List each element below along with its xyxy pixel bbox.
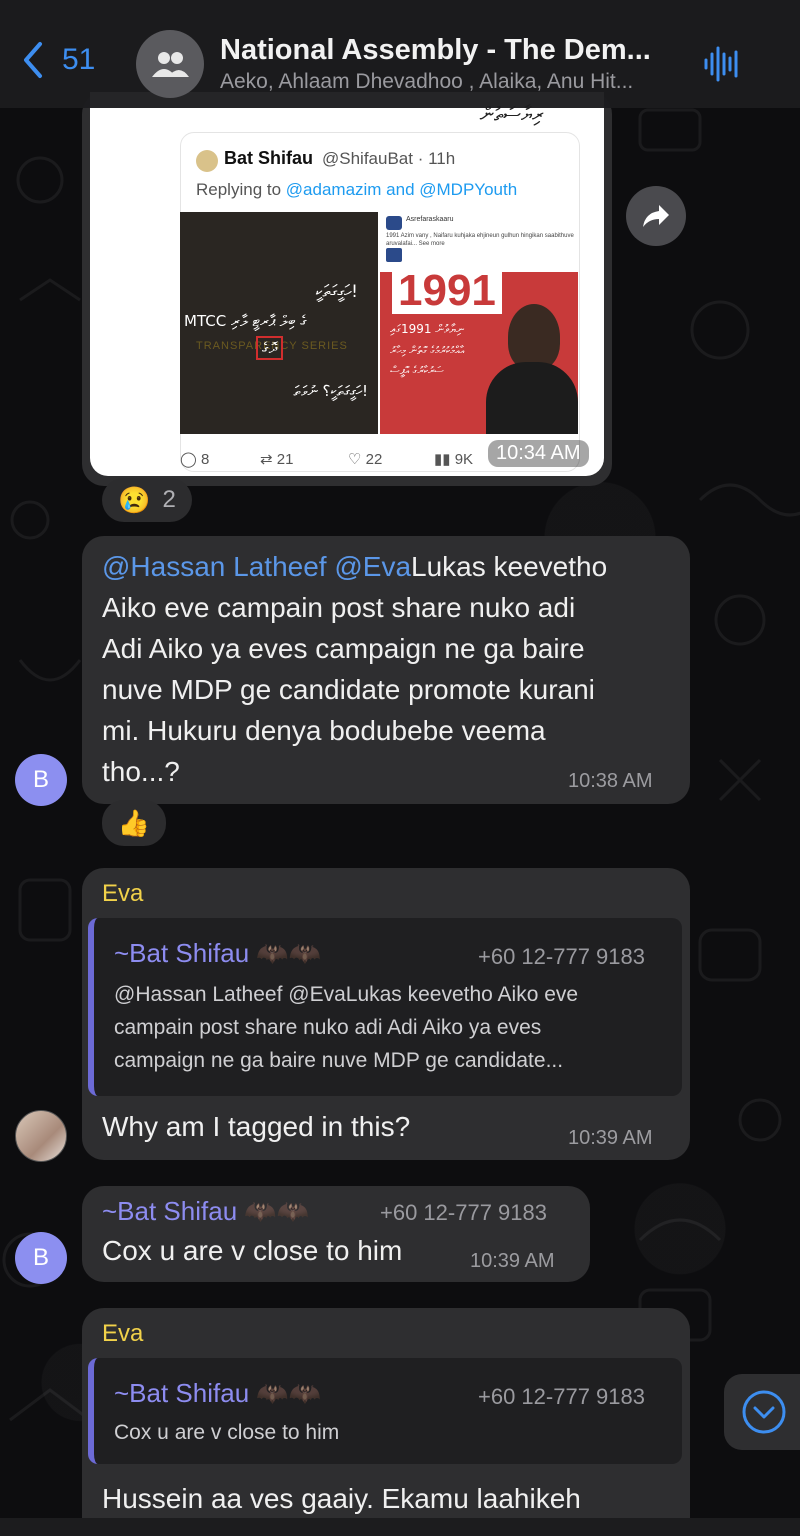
tweet-stat-views: ▮▮ 9K — [434, 451, 474, 468]
news-source-name: Asrefaraskaaru — [406, 216, 454, 223]
tweet-stat-retweets: ⇄ 21 — [260, 451, 294, 468]
tweet-author-name: Bat Shifau — [224, 148, 314, 168]
tweet-left-image: ހަގީގަތަކީ! MTCC ގެ ބިލް ޕާރޓީ ލާރި TRAN… — [180, 212, 378, 434]
input-bar-edge — [0, 1518, 800, 1536]
reply-author: ~Bat Shifau 🦇🦇 — [114, 938, 322, 968]
tweet-replying: Replying to @adamazim and @MDPYouth — [196, 180, 518, 199]
news-logo-icon — [386, 216, 402, 230]
message-3-phone: +60 12-777 9183 — [380, 1200, 547, 1225]
bat-emoji-icon: 🦇🦇 — [256, 938, 322, 968]
voice-chat-icon[interactable] — [702, 44, 742, 84]
reaction-cry[interactable]: 😢 2 — [102, 478, 192, 522]
news-line-3: ސަރުކާރުގެ އޮފީސް — [390, 364, 444, 377]
reply-author: ~Bat Shifau 🦇🦇 — [114, 1378, 322, 1408]
reply-text: @Hassan Latheef @EvaLukas keevetho Aiko … — [114, 983, 579, 1072]
tweet-author-avatar — [196, 150, 218, 172]
news-year: 1991 — [392, 268, 502, 314]
sender-name[interactable]: Eva — [102, 1320, 143, 1348]
message-2-time: 10:39 AM — [568, 1127, 653, 1149]
thumbs-up-icon: 👍 — [117, 807, 151, 838]
mention-hassan[interactable]: @Hassan Latheef — [102, 551, 327, 582]
message-3-author[interactable]: ~Bat Shifau 🦇🦇 — [102, 1196, 309, 1227]
chat-screen: 51 National Assembly - The Dem... Aeko, … — [0, 0, 800, 1536]
message-3-time: 10:39 AM — [470, 1250, 555, 1272]
chevron-left-icon — [24, 42, 42, 78]
scroll-down-button[interactable] — [724, 1374, 800, 1450]
message-4-text: Hussein aa ves gaaiy. Ekamu laahikeh — [102, 1483, 581, 1514]
left-line-1: ހަގީގަތަކީ! — [315, 282, 358, 302]
avatar[interactable]: B — [15, 754, 67, 806]
reply-text: Cox u are v close to him — [114, 1421, 340, 1444]
tweet-screenshot[interactable]: ރިޔާސަތުން Bat Shifau @ShifauBat · 11h R… — [90, 92, 604, 476]
avatar[interactable]: B — [15, 1232, 67, 1284]
news-caption: 1991 Azim vany , Naifaru kuhjaka ehjineu… — [386, 233, 574, 247]
tweet-stat-likes: ♡ 22 — [348, 451, 383, 468]
tweet-author-handle: @ShifauBat · 11h — [322, 149, 456, 168]
image-message[interactable]: ރިޔާސަތުން Bat Shifau @ShifauBat · 11h R… — [82, 92, 612, 486]
chevron-down-icon — [742, 1390, 786, 1434]
mention-eva[interactable]: @Eva — [334, 551, 411, 582]
group-avatar[interactable] — [136, 30, 204, 98]
chat-header: 51 National Assembly - The Dem... Aeko, … — [0, 0, 800, 108]
news-logo-small-icon — [386, 248, 402, 262]
chat-title[interactable]: National Assembly - The Dem... — [220, 34, 690, 67]
eva-avatar[interactable] — [15, 1110, 67, 1162]
sender-name[interactable]: Eva — [102, 880, 143, 908]
forward-button[interactable] — [626, 186, 686, 246]
message-1-time: 10:38 AM — [568, 770, 653, 792]
reply-phone: +60 12-777 9183 — [478, 944, 645, 969]
message-1-text: @Hassan Latheef @EvaLukas keevetho Aiko … — [102, 551, 608, 787]
tweet-right-image: Asrefaraskaaru 1991 Azim vany , Naifaru … — [380, 212, 578, 434]
news-person-head — [508, 304, 560, 370]
image-timestamp: 10:34 AM — [488, 440, 589, 467]
crying-face-icon: 😢 — [118, 484, 151, 515]
reaction-count: 2 — [162, 486, 176, 513]
tweet-stat-replies: ◯ 8 — [180, 451, 210, 468]
news-line-2: އާއްމުކުރުމުގެ ގޮތުން މިހާރު — [390, 344, 465, 357]
unread-count: 51 — [62, 43, 96, 76]
bat-emoji-icon: 🦇🦇 — [244, 1196, 310, 1226]
group-icon — [152, 52, 189, 77]
back-button[interactable]: 51 — [20, 40, 95, 80]
bat-emoji-icon: 🦇🦇 — [256, 1378, 322, 1408]
left-line-4: ހަގީގަތަކީ؟ ނުވަތަ! — [293, 382, 368, 400]
forward-arrow-icon — [643, 205, 669, 227]
news-person-body — [486, 362, 578, 434]
message-2-text: Why am I tagged in this? — [102, 1111, 411, 1142]
tweet-replying-to: @adamazim and @MDPYouth — [285, 180, 518, 199]
left-line-2: MTCC ގެ ބިލް ޕާރޓީ ލާރި — [184, 312, 307, 330]
reaction-thumbs-up[interactable]: 👍 — [102, 800, 166, 846]
left-line-3: ދޮގެ — [256, 336, 283, 360]
reply-phone: +60 12-777 9183 — [478, 1384, 645, 1409]
message-3-text: Cox u are v close to him — [102, 1235, 403, 1266]
news-line-1: ނިޔާވުން 1991ގައި — [390, 322, 465, 336]
chat-members[interactable]: Aeko, Ahlaam Dhevadhoo , Alaika, Anu Hit… — [220, 70, 690, 94]
